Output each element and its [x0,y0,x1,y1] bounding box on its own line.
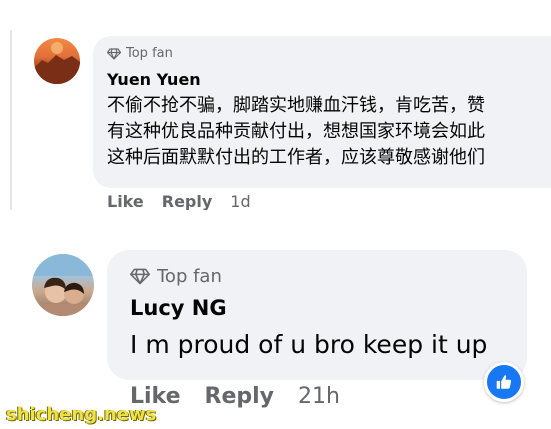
avatar-photo [32,254,94,316]
commenter-name[interactable]: Yuen Yuen [107,70,201,89]
comment-text: 不偷不抢不骗，脚踏实地赚血汗钱，肯吃苦，赞 有这种优良品种贡献付出，想想国家环境… [107,93,551,171]
thumbs-up-icon[interactable] [484,362,524,402]
comment-line: 不偷不抢不骗，脚踏实地赚血汗钱，肯吃苦，赞 [107,95,485,116]
top-fan-badge: Top fan [107,46,173,61]
comment-line: 有这种优良品种贡献付出，想想国家环境会如此 [107,121,485,142]
commenter-name[interactable]: Lucy NG [130,296,227,320]
comment-actions: Like Reply 1d [107,192,251,210]
reply-button[interactable]: Reply [205,384,275,409]
diamond-icon [130,268,150,285]
badge-label: Top fan [157,266,222,287]
separator [0,210,551,230]
avatar[interactable] [32,254,94,316]
comment-2: Top fan Lucy NG I m proud of u bro keep … [0,232,551,429]
reply-button[interactable]: Reply [162,192,213,210]
comment-text: I m proud of u bro keep it up [130,330,488,359]
diamond-icon [107,47,121,60]
like-button[interactable]: Like [107,192,144,210]
comment-line: 这种后面默默付出的工作者，应该尊敬感谢他们 [107,147,485,168]
comment-1: Top fan Yuen Yuen 不偷不抢不骗，脚踏实地赚血汗钱，肯吃苦，赞 … [0,0,551,210]
avatar[interactable] [34,38,80,84]
top-fan-badge: Top fan [130,266,222,287]
watermark: shicheng.news [6,404,157,425]
thumbs-up-glyph [496,375,512,389]
comment-actions: Like Reply 21h [130,384,340,409]
badge-label: Top fan [126,46,173,61]
avatar-photo [34,42,80,84]
timestamp[interactable]: 1d [230,192,250,210]
timestamp[interactable]: 21h [298,384,340,409]
thread-line [10,30,12,210]
